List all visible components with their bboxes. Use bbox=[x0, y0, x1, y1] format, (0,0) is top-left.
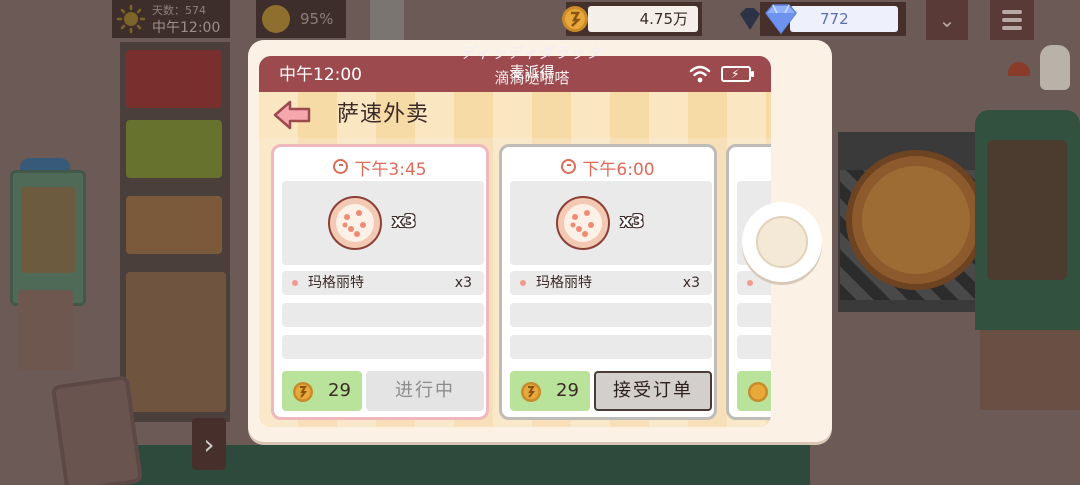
herb-tray bbox=[126, 120, 222, 178]
empty-item-row bbox=[510, 335, 712, 359]
brand-label: 麦派得 滴滴哒啦嗒 bbox=[467, 64, 597, 86]
empty-item-row bbox=[282, 303, 484, 327]
wifi-icon bbox=[689, 65, 711, 83]
sun-icon bbox=[116, 4, 146, 34]
home-button-inner bbox=[756, 216, 808, 268]
coin-amount: 4.75万 bbox=[639, 10, 688, 28]
pizza-quantity: x3 bbox=[392, 211, 417, 232]
coin-icon bbox=[562, 6, 588, 32]
order-item-row: 玛格丽特 x3 bbox=[282, 271, 484, 295]
reward-badge: 29 bbox=[510, 371, 590, 411]
accept-order-button[interactable]: 接受订单 bbox=[594, 371, 712, 411]
empty-item-row bbox=[737, 303, 771, 327]
app-title: 萨速外卖 bbox=[337, 102, 430, 127]
reward-badge: 29 bbox=[282, 371, 362, 411]
brand-line2: 滴滴哒啦嗒 bbox=[494, 69, 570, 87]
watermark-text: ディッディダラッタ bbox=[460, 44, 602, 62]
order-card[interactable]: 下午6:00 x3 玛格丽特 x3 29 接受订单 bbox=[499, 144, 717, 420]
coin-icon bbox=[748, 382, 768, 402]
pizza-on-table bbox=[846, 150, 986, 290]
in-progress-status: 进行中 bbox=[366, 371, 484, 411]
item-quantity: x3 bbox=[682, 275, 700, 291]
dark-gem-icon bbox=[740, 8, 760, 30]
delivery-time-label: 下午3:45 bbox=[354, 160, 427, 180]
item-name: 玛格丽特 bbox=[536, 275, 592, 291]
order-card[interactable]: 下午3:45 x3 玛格丽特 x3 29 进行中 bbox=[271, 144, 489, 420]
order-list[interactable]: 下午3:45 x3 玛格丽特 x3 29 进行中 下午6:00 x3 玛格丽特 … bbox=[259, 138, 771, 427]
clock-icon bbox=[561, 159, 577, 174]
day-count: 天数：574 bbox=[152, 4, 206, 17]
chevron-down-icon[interactable]: ⌄ bbox=[926, 0, 968, 40]
pizza-icon bbox=[556, 196, 610, 250]
tablet-device bbox=[50, 375, 144, 485]
bullet-dot bbox=[747, 280, 753, 286]
item-quantity: x3 bbox=[454, 275, 472, 291]
oven-cabinet bbox=[975, 110, 1080, 330]
dough-tray bbox=[126, 272, 226, 412]
delivery-time: 下午3:45 bbox=[274, 155, 486, 180]
battery-icon: ⚡ bbox=[721, 66, 754, 82]
trash-bin bbox=[18, 290, 73, 370]
phone-screen: 中午12:00 麦派得 滴滴哒啦嗒 ⚡ 萨速外卖 下午3:45 x3 玛格丽特 … bbox=[259, 56, 771, 427]
pizza-icon bbox=[328, 196, 382, 250]
pizza-preview: x3 bbox=[510, 181, 712, 265]
delivery-time-label: 下午6:00 bbox=[582, 160, 655, 180]
pizza-preview: x3 bbox=[282, 181, 484, 265]
coin-icon bbox=[521, 382, 541, 402]
item-name: 玛格丽特 bbox=[308, 275, 364, 291]
menu-icon[interactable] bbox=[990, 0, 1034, 40]
app-header: 萨速外卖 bbox=[259, 92, 771, 138]
mood-percent: 95% bbox=[300, 10, 334, 28]
bullet-dot bbox=[292, 280, 298, 286]
sauce-tray bbox=[126, 50, 222, 108]
delivery-time: 下午6:00 bbox=[502, 155, 714, 180]
bullet-dot bbox=[520, 280, 526, 286]
clock-icon bbox=[333, 159, 349, 174]
game-time: 中午12:00 bbox=[152, 20, 221, 36]
diamond-icon bbox=[765, 4, 797, 35]
rabbit-figurine bbox=[1040, 45, 1070, 90]
coin-icon bbox=[293, 382, 313, 402]
cheese-tray bbox=[126, 196, 222, 254]
order-card-partial[interactable] bbox=[726, 144, 771, 420]
pizza-quantity: x3 bbox=[620, 211, 645, 232]
counter bbox=[980, 330, 1080, 410]
empty-item-row bbox=[282, 335, 484, 359]
reward-amount: 29 bbox=[556, 380, 579, 401]
reward-badge bbox=[737, 371, 771, 411]
phone-home-button[interactable] bbox=[742, 202, 822, 282]
reward-amount: 29 bbox=[328, 380, 351, 401]
smile-face-icon bbox=[262, 5, 290, 33]
empty-item-row bbox=[510, 303, 712, 327]
back-arrow-icon[interactable] bbox=[273, 100, 313, 130]
gem-amount: 772 bbox=[820, 10, 849, 28]
order-item-row: 玛格丽特 x3 bbox=[510, 271, 712, 295]
phone-time: 中午12:00 bbox=[279, 65, 362, 85]
next-arrow-icon: › bbox=[192, 418, 226, 470]
scroll-icon[interactable] bbox=[370, 0, 404, 40]
recipe-board bbox=[10, 170, 86, 306]
empty-item-row bbox=[737, 335, 771, 359]
